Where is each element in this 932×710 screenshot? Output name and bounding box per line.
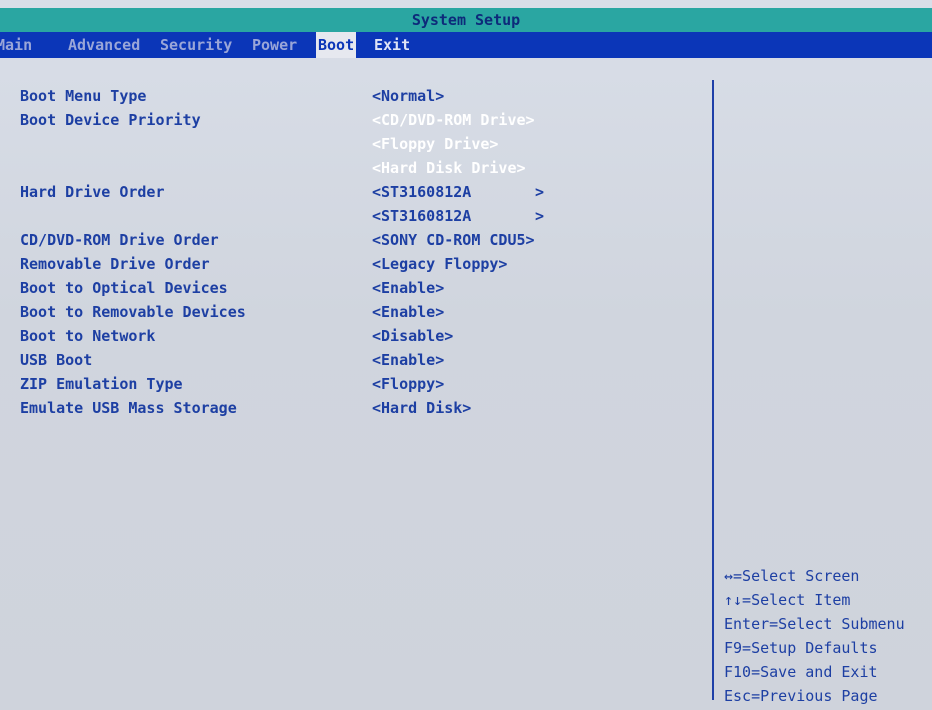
setting-label-boot-to-optical[interactable]: Boot to Optical Devices [20,276,228,300]
setting-label-boot-to-network[interactable]: Boot to Network [20,324,155,348]
setting-value-zip-emulation-type[interactable]: <Floppy> [372,372,444,396]
setting-value-boot-priority-3[interactable]: <Hard Disk Drive> [372,156,526,180]
menu-exit[interactable]: Exit [374,32,410,58]
setting-label-hard-drive-order[interactable]: Hard Drive Order [20,180,165,204]
setting-label-zip-emulation-type[interactable]: ZIP Emulation Type [20,372,183,396]
setting-value-boot-to-optical[interactable]: <Enable> [372,276,444,300]
help-setup-defaults: F9=Setup Defaults [724,639,878,657]
setting-value-usb-boot[interactable]: <Enable> [372,348,444,372]
menu-boot[interactable]: Boot [316,32,357,58]
setting-value-hard-drive-1[interactable]: <ST3160812A [372,180,471,204]
setting-label-usb-boot[interactable]: USB Boot [20,348,92,372]
help-previous-page: Esc=Previous Page [724,687,878,705]
setting-value-cd-dvd-rom-drive-order[interactable]: <SONY CD-ROM CDU5> [372,228,535,252]
submenu-arrow-icon[interactable]: > [535,204,544,228]
setting-label-boot-menu-type[interactable]: Boot Menu Type [20,84,146,108]
setting-label-cd-dvd-rom-drive-order[interactable]: CD/DVD-ROM Drive Order [20,228,219,252]
setting-value-boot-to-removable[interactable]: <Enable> [372,300,444,324]
setting-value-boot-priority-1[interactable]: <CD/DVD-ROM Drive> [372,108,535,132]
setting-value-boot-menu-type[interactable]: <Normal> [372,84,444,108]
help-save-and-exit: F10=Save and Exit [724,663,878,681]
setting-label-removable-drive-order[interactable]: Removable Drive Order [20,252,210,276]
menu-power[interactable]: Power [252,32,297,58]
help-select-screen: ↔=Select Screen [724,567,860,585]
setting-value-removable-drive-order[interactable]: <Legacy Floppy> [372,252,507,276]
menu-security[interactable]: Security [160,32,232,58]
help-select-item: ↑↓=Select Item [724,591,851,609]
bios-screen: System Setup Main Advanced Security Powe… [0,0,932,710]
setting-value-boot-priority-2[interactable]: <Floppy Drive> [372,132,498,156]
setting-label-emulate-usb-mass-storage[interactable]: Emulate USB Mass Storage [20,396,237,420]
title-bar: System Setup [0,8,932,32]
setting-label-boot-to-removable[interactable]: Boot to Removable Devices [20,300,246,324]
panel-divider [712,80,714,700]
help-select-submenu: Enter=Select Submenu [724,615,905,633]
menu-advanced[interactable]: Advanced [68,32,140,58]
submenu-arrow-icon[interactable]: > [535,180,544,204]
setting-value-emulate-usb-mass-storage[interactable]: <Hard Disk> [372,396,471,420]
menu-main[interactable]: Main [0,32,32,58]
setting-label-boot-device-priority[interactable]: Boot Device Priority [20,108,201,132]
title-text: System Setup [411,11,521,29]
menu-bar: Main Advanced Security Power Boot Exit [0,32,932,58]
setting-value-boot-to-network[interactable]: <Disable> [372,324,453,348]
setting-value-hard-drive-2[interactable]: <ST3160812A [372,204,471,228]
